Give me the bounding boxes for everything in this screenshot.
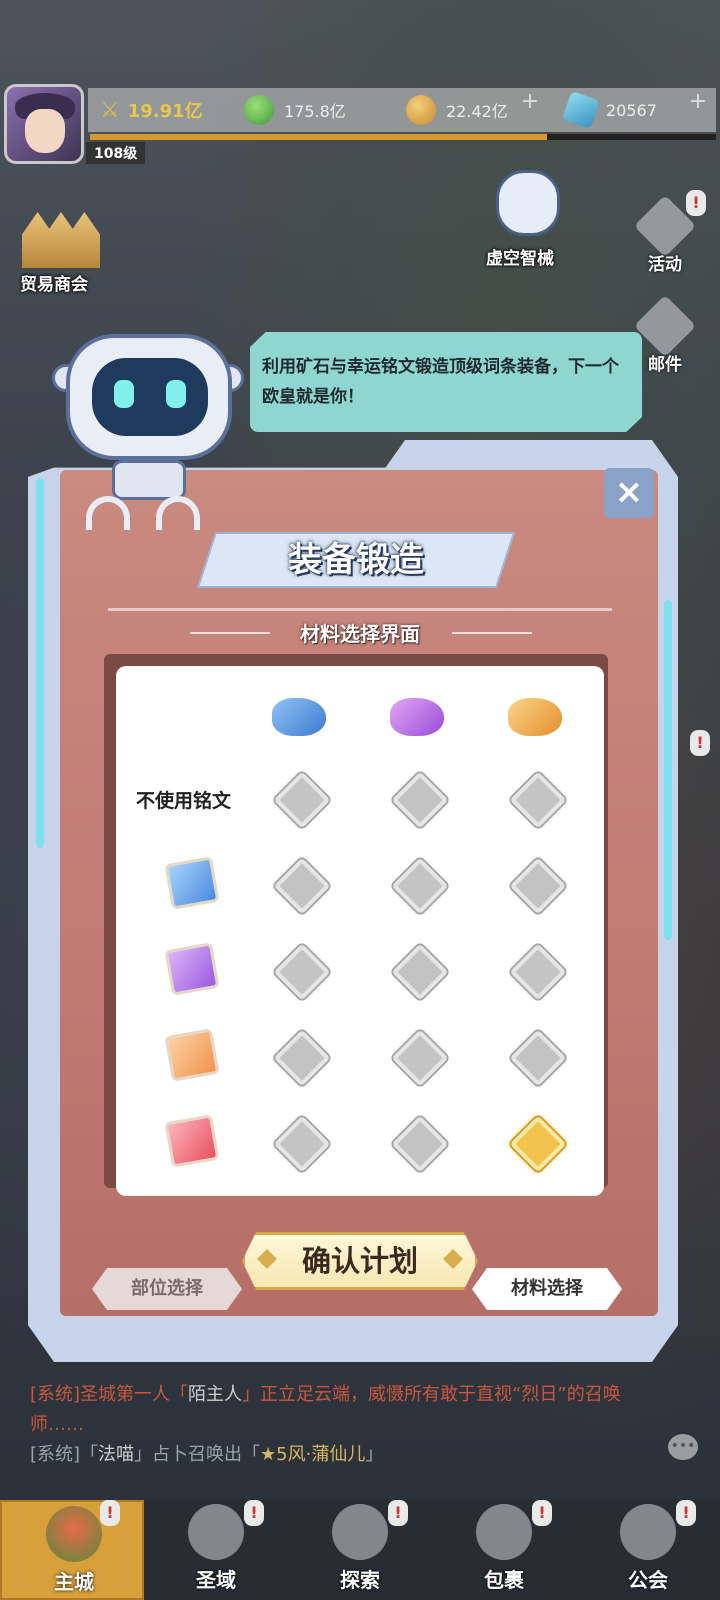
nav-guild-label: 公会 [628,1568,668,1592]
xp-fill [90,134,547,140]
purple-inscription-scroll-icon [164,942,220,996]
player-level: 108级 [86,142,146,164]
nav-bag-label: 包裹 [484,1568,524,1592]
robot-eye-left-icon [114,380,134,408]
robot-eye-right-icon [166,380,186,408]
nav-bag[interactable]: 包裹 [432,1500,576,1600]
resource-bar: ⚔ 19.91亿 175.8亿 22.42亿 + 20567 + [88,88,716,132]
robot-face-icon [92,358,208,436]
chat-line1-prefix: [系统]圣城第一人「 [30,1384,189,1405]
void-mech-label[interactable]: 虚空智械 [486,244,554,269]
top-hud: ⚔ 19.91亿 175.8亿 22.42亿 + 20567 + 108级 [0,80,720,166]
green-currency-value: 175.8亿 [284,102,346,121]
title-divider [108,608,612,611]
nav-bag-badge: ! [532,1500,552,1526]
gold-currency-value: 22.42亿 [446,102,508,121]
nav-main-city-badge: ! [100,1500,120,1526]
chat-bubble-icon[interactable]: ••• [668,1434,698,1460]
bottom-nav: 主城 圣域 探索 包裹 公会 ! ! ! ! ! [0,1500,720,1600]
castle-icon [46,1506,102,1562]
speech-bubble: 利用矿石与幸运铭文锻造顶级词条装备，下一个欧皇就是你！ [250,332,642,432]
confirm-plan-button[interactable]: 确认计划 [242,1232,478,1290]
frame-accent-left [36,478,44,848]
trade-guild-label[interactable]: 贸易商会 [20,270,88,295]
panel-subtitle: 材料选择界面 [300,622,420,646]
nav-guild[interactable]: 公会 [576,1500,720,1600]
player-avatar[interactable] [4,84,84,164]
material-table [116,666,604,1196]
green-currency: 175.8亿 [244,88,346,132]
power-display: ⚔ 19.91亿 [100,88,203,132]
void-mech-robot-icon[interactable] [496,170,560,236]
chat-line2-prefix: [系统]「 [30,1444,99,1465]
trade-guild-castle-icon[interactable] [22,212,100,268]
purple-ore-icon [390,698,444,736]
gold-currency: 22.42亿 [406,88,508,132]
green-gem-icon [244,95,274,125]
nav-sanctuary-badge: ! [244,1500,264,1526]
diamond-currency-value: 20567 [606,100,657,120]
robot-head-icon [66,334,232,460]
nav-main-city-label: 主城 [54,1570,94,1594]
nav-main-city[interactable]: 主城 [0,1500,144,1600]
add-gold-button[interactable]: + [516,88,544,116]
chat-line-2: [系统]「法喵」占卜召唤出「★5风·蒲仙儿」 [30,1440,670,1470]
activity-alert-badge: ! [686,190,706,216]
mail-envelope-icon [633,294,697,358]
vortex-icon [188,1504,244,1560]
guild-shield-icon [620,1504,676,1560]
side-alert-badge: ! [690,730,710,756]
bag-icon [476,1504,532,1560]
chat-line2-mid: 」占卜召唤出「 [134,1444,261,1465]
nav-guild-badge: ! [676,1500,696,1526]
activity-button[interactable]: 活动 [633,194,697,275]
blue-ore-icon [272,698,326,736]
nav-explore[interactable]: 探索 [288,1500,432,1600]
frame-accent-right [664,600,672,940]
red-inscription-scroll-icon [164,1114,220,1168]
chat-line1-name[interactable]: 陌主人 [188,1384,242,1405]
close-button[interactable]: × [604,468,654,518]
part-select-button[interactable]: 部位选择 [92,1268,242,1310]
diamond-icon [561,90,601,130]
xp-bar [90,134,716,140]
chat-line2-hero[interactable]: ★5风·蒲仙儿 [260,1444,365,1465]
sword-icon: ⚔ [100,97,120,123]
orange-ore-icon [508,698,562,736]
no-inscription-label: 不使用铭文 [136,790,232,812]
robot-claw-right-icon [156,496,200,530]
gold-coin-icon [406,95,436,125]
orange-inscription-scroll-icon [164,1028,220,1082]
nav-sanctuary-label: 圣域 [196,1568,236,1592]
nav-explore-badge: ! [388,1500,408,1526]
chat-feed[interactable]: [系统]圣城第一人「陌主人」正立足云端，威慑所有敢于直视“烈日”的召唤师…… [… [30,1380,670,1470]
blue-inscription-scroll-icon [164,856,220,910]
robot-body-icon [112,460,186,500]
mail-button[interactable]: 邮件 [633,294,697,375]
chat-line2-end: 」 [365,1444,384,1465]
nav-explore-label: 探索 [340,1568,380,1592]
nav-sanctuary[interactable]: 圣域 [144,1500,288,1600]
robot-claw-left-icon [86,496,130,530]
telescope-icon [332,1504,388,1560]
avatar-face-icon [25,109,65,153]
speech-bubble-text: 利用矿石与幸运铭文锻造顶级词条装备，下一个欧皇就是你！ [262,357,619,407]
chat-line-1: [系统]圣城第一人「陌主人」正立足云端，威慑所有敢于直视“烈日”的召唤师…… [30,1380,670,1440]
robot-mascot [52,300,244,540]
power-value: 19.91亿 [127,101,203,122]
add-diamond-button[interactable]: + [684,88,712,116]
material-select-button[interactable]: 材料选择 [472,1268,622,1310]
diamond-currency: 20567 [561,88,657,132]
panel-title: 装备锻造 [288,540,424,580]
chat-line2-name[interactable]: 法喵 [98,1444,134,1465]
